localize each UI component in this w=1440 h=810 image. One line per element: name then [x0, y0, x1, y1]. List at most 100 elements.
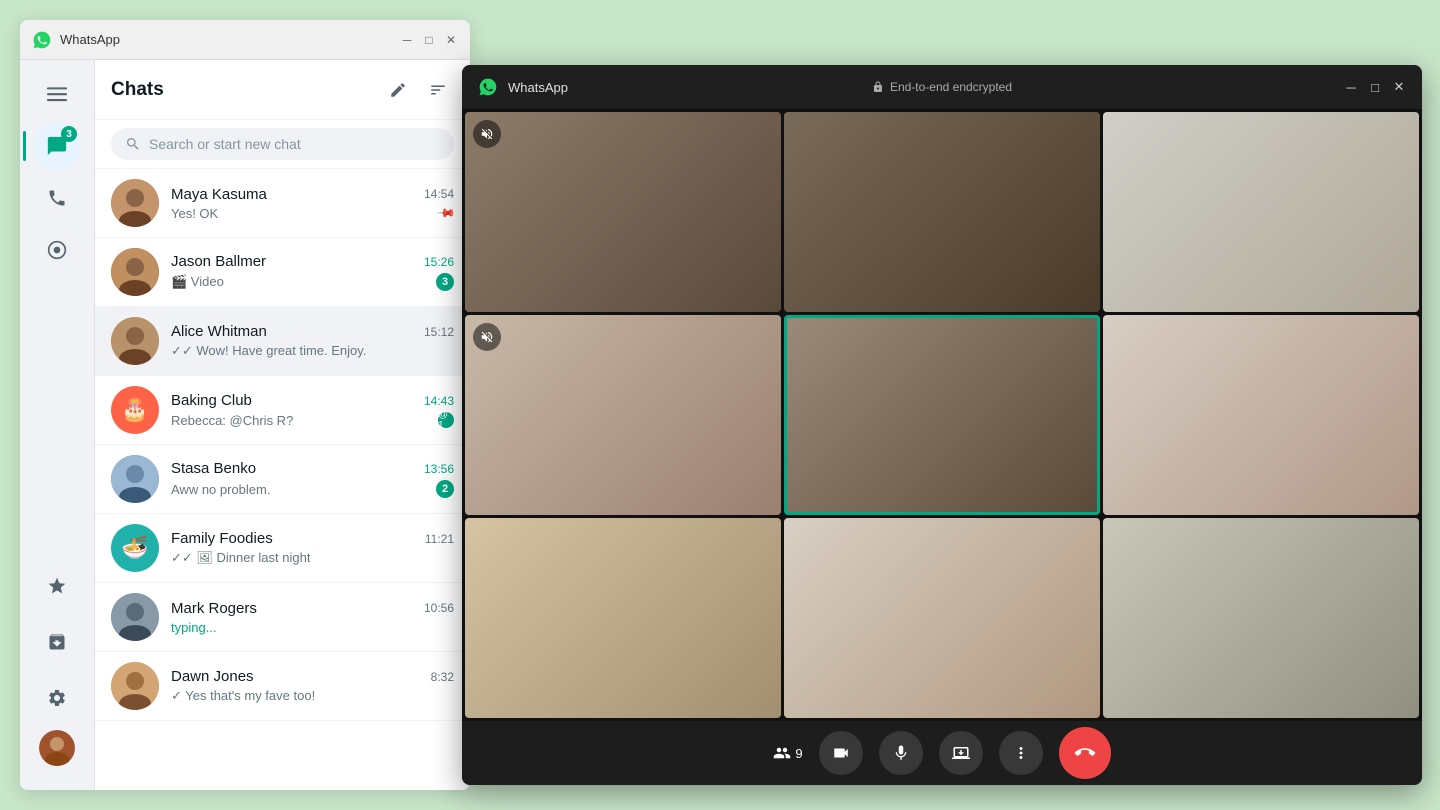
header-actions [382, 74, 454, 106]
video-cell-7 [465, 518, 781, 718]
call-close-button[interactable]: ✕ [1392, 80, 1406, 94]
avatar: 🍜 [111, 524, 159, 572]
sidebar-item-menu[interactable] [33, 70, 81, 118]
video-cell-1 [465, 112, 781, 312]
chat-panel: Chats [95, 60, 470, 790]
chat-info: Dawn Jones 8:32 ✓ Yes that's my fave too… [171, 668, 454, 704]
participant-count: 9 [773, 744, 802, 762]
sidebar-item-settings[interactable] [33, 674, 81, 722]
user-avatar[interactable] [39, 730, 75, 766]
video-cell-9 [1103, 518, 1419, 718]
mute-icon-1 [473, 120, 501, 148]
chat-time: 8:32 [431, 670, 454, 684]
chat-time: 15:12 [424, 325, 454, 339]
whatsapp-logo-icon [32, 30, 52, 50]
list-item[interactable]: Maya Kasuma 14:54 Yes! OK 📌 [95, 169, 470, 238]
call-window: WhatsApp End-to-end endcrypted ─ □ ✕ [462, 65, 1422, 785]
avatar [111, 662, 159, 710]
list-item[interactable]: Mark Rogers 10:56 typing... [95, 583, 470, 652]
list-item[interactable]: Dawn Jones 8:32 ✓ Yes that's my fave too… [95, 652, 470, 721]
app-title: WhatsApp [60, 32, 392, 47]
end-call-button[interactable] [1059, 727, 1111, 779]
maximize-button[interactable]: □ [422, 33, 436, 47]
chat-preview: 🎬 Video [171, 274, 224, 290]
chat-info: Family Foodies 11:21 ✓✓ 🖼 Dinner last ni… [171, 530, 454, 566]
chat-time: 13:56 [424, 462, 454, 476]
lock-icon [872, 81, 884, 93]
search-input[interactable] [149, 136, 440, 152]
chat-info: Mark Rogers 10:56 typing... [171, 600, 454, 635]
chat-preview: ✓✓ Wow! Have great time. Enjoy. [171, 343, 366, 359]
chat-info: Jason Ballmer 15:26 🎬 Video 3 [171, 253, 454, 291]
chat-name: Baking Club [171, 392, 252, 409]
chat-time: 10:56 [424, 601, 454, 615]
avatar [111, 593, 159, 641]
video-cell-3 [1103, 112, 1419, 312]
video-cell-5 [784, 315, 1100, 515]
video-cell-6 [1103, 315, 1419, 515]
pin-icon: 📌 [436, 203, 456, 223]
title-bar: WhatsApp ─ □ ✕ [20, 20, 470, 60]
list-item[interactable]: Jason Ballmer 15:26 🎬 Video 3 [95, 238, 470, 307]
chat-preview: Yes! OK [171, 206, 218, 221]
unread-badge: 2 [436, 480, 454, 498]
avatar: 🎂 [111, 386, 159, 434]
sidebar-item-status[interactable] [33, 226, 81, 274]
chat-preview: ✓ Yes that's my fave too! [171, 688, 315, 704]
chat-info: Baking Club 14:43 Rebecca: @Chris R? @ 1 [171, 392, 454, 428]
sidebar-item-archived[interactable] [33, 618, 81, 666]
list-item[interactable]: 🎂 Baking Club 14:43 Rebecca: @Chris R? @… [95, 376, 470, 445]
call-minimize-button[interactable]: ─ [1344, 80, 1358, 94]
chat-name: Dawn Jones [171, 668, 254, 685]
screen-share-button[interactable] [939, 731, 983, 775]
sidebar-item-starred[interactable] [33, 562, 81, 610]
call-title-bar: WhatsApp End-to-end endcrypted ─ □ ✕ [462, 65, 1422, 109]
list-item[interactable]: 🍜 Family Foodies 11:21 ✓✓ 🖼 Dinner last … [95, 514, 470, 583]
chat-name: Mark Rogers [171, 600, 257, 617]
chat-name: Jason Ballmer [171, 253, 266, 270]
filter-button[interactable] [422, 74, 454, 106]
new-chat-button[interactable] [382, 74, 414, 106]
call-maximize-button[interactable]: □ [1368, 80, 1382, 94]
chat-time: 15:26 [424, 255, 454, 269]
sidebar: 3 [20, 60, 95, 790]
more-options-button[interactable] [999, 731, 1043, 775]
chat-info: Alice Whitman 15:12 ✓✓ Wow! Have great t… [171, 323, 454, 359]
chats-badge: 3 [61, 126, 77, 142]
window-controls: ─ □ ✕ [400, 33, 458, 47]
video-grid [462, 109, 1422, 721]
chat-time: 14:54 [424, 187, 454, 201]
call-window-controls: ─ □ ✕ [1344, 80, 1406, 94]
list-item[interactable]: Stasa Benko 13:56 Aww no problem. 2 [95, 445, 470, 514]
chat-preview: Rebecca: @Chris R? [171, 413, 293, 428]
sidebar-item-calls[interactable] [33, 174, 81, 222]
chat-info: Stasa Benko 13:56 Aww no problem. 2 [171, 460, 454, 498]
chats-title: Chats [111, 79, 164, 101]
search-icon [125, 136, 141, 152]
chat-list: Maya Kasuma 14:54 Yes! OK 📌 Jason Ball [95, 169, 470, 779]
e2e-label: End-to-end endcrypted [890, 80, 1012, 94]
minimize-button[interactable]: ─ [400, 33, 414, 47]
main-window: WhatsApp ─ □ ✕ 3 [20, 20, 470, 790]
search-input-wrap [111, 128, 454, 160]
mute-icon-4 [473, 323, 501, 351]
participants-icon [773, 744, 791, 762]
call-window-logo [478, 77, 498, 97]
list-item[interactable]: Alice Whitman 15:12 ✓✓ Wow! Have great t… [95, 307, 470, 376]
search-bar [95, 120, 470, 169]
chat-preview-typing: typing... [171, 620, 217, 635]
chat-name: Maya Kasuma [171, 186, 267, 203]
video-cell-2 [784, 112, 1100, 312]
camera-button[interactable] [819, 731, 863, 775]
chat-time: 14:43 [424, 394, 454, 408]
chat-preview: ✓✓ 🖼 Dinner last night [171, 550, 310, 566]
sidebar-item-chats[interactable]: 3 [33, 122, 81, 170]
video-cell-4 [465, 315, 781, 515]
sidebar-bottom [33, 562, 81, 790]
close-button[interactable]: ✕ [444, 33, 458, 47]
avatar [111, 179, 159, 227]
chat-preview: Aww no problem. [171, 482, 270, 497]
avatar [111, 455, 159, 503]
microphone-button[interactable] [879, 731, 923, 775]
avatar [111, 317, 159, 365]
